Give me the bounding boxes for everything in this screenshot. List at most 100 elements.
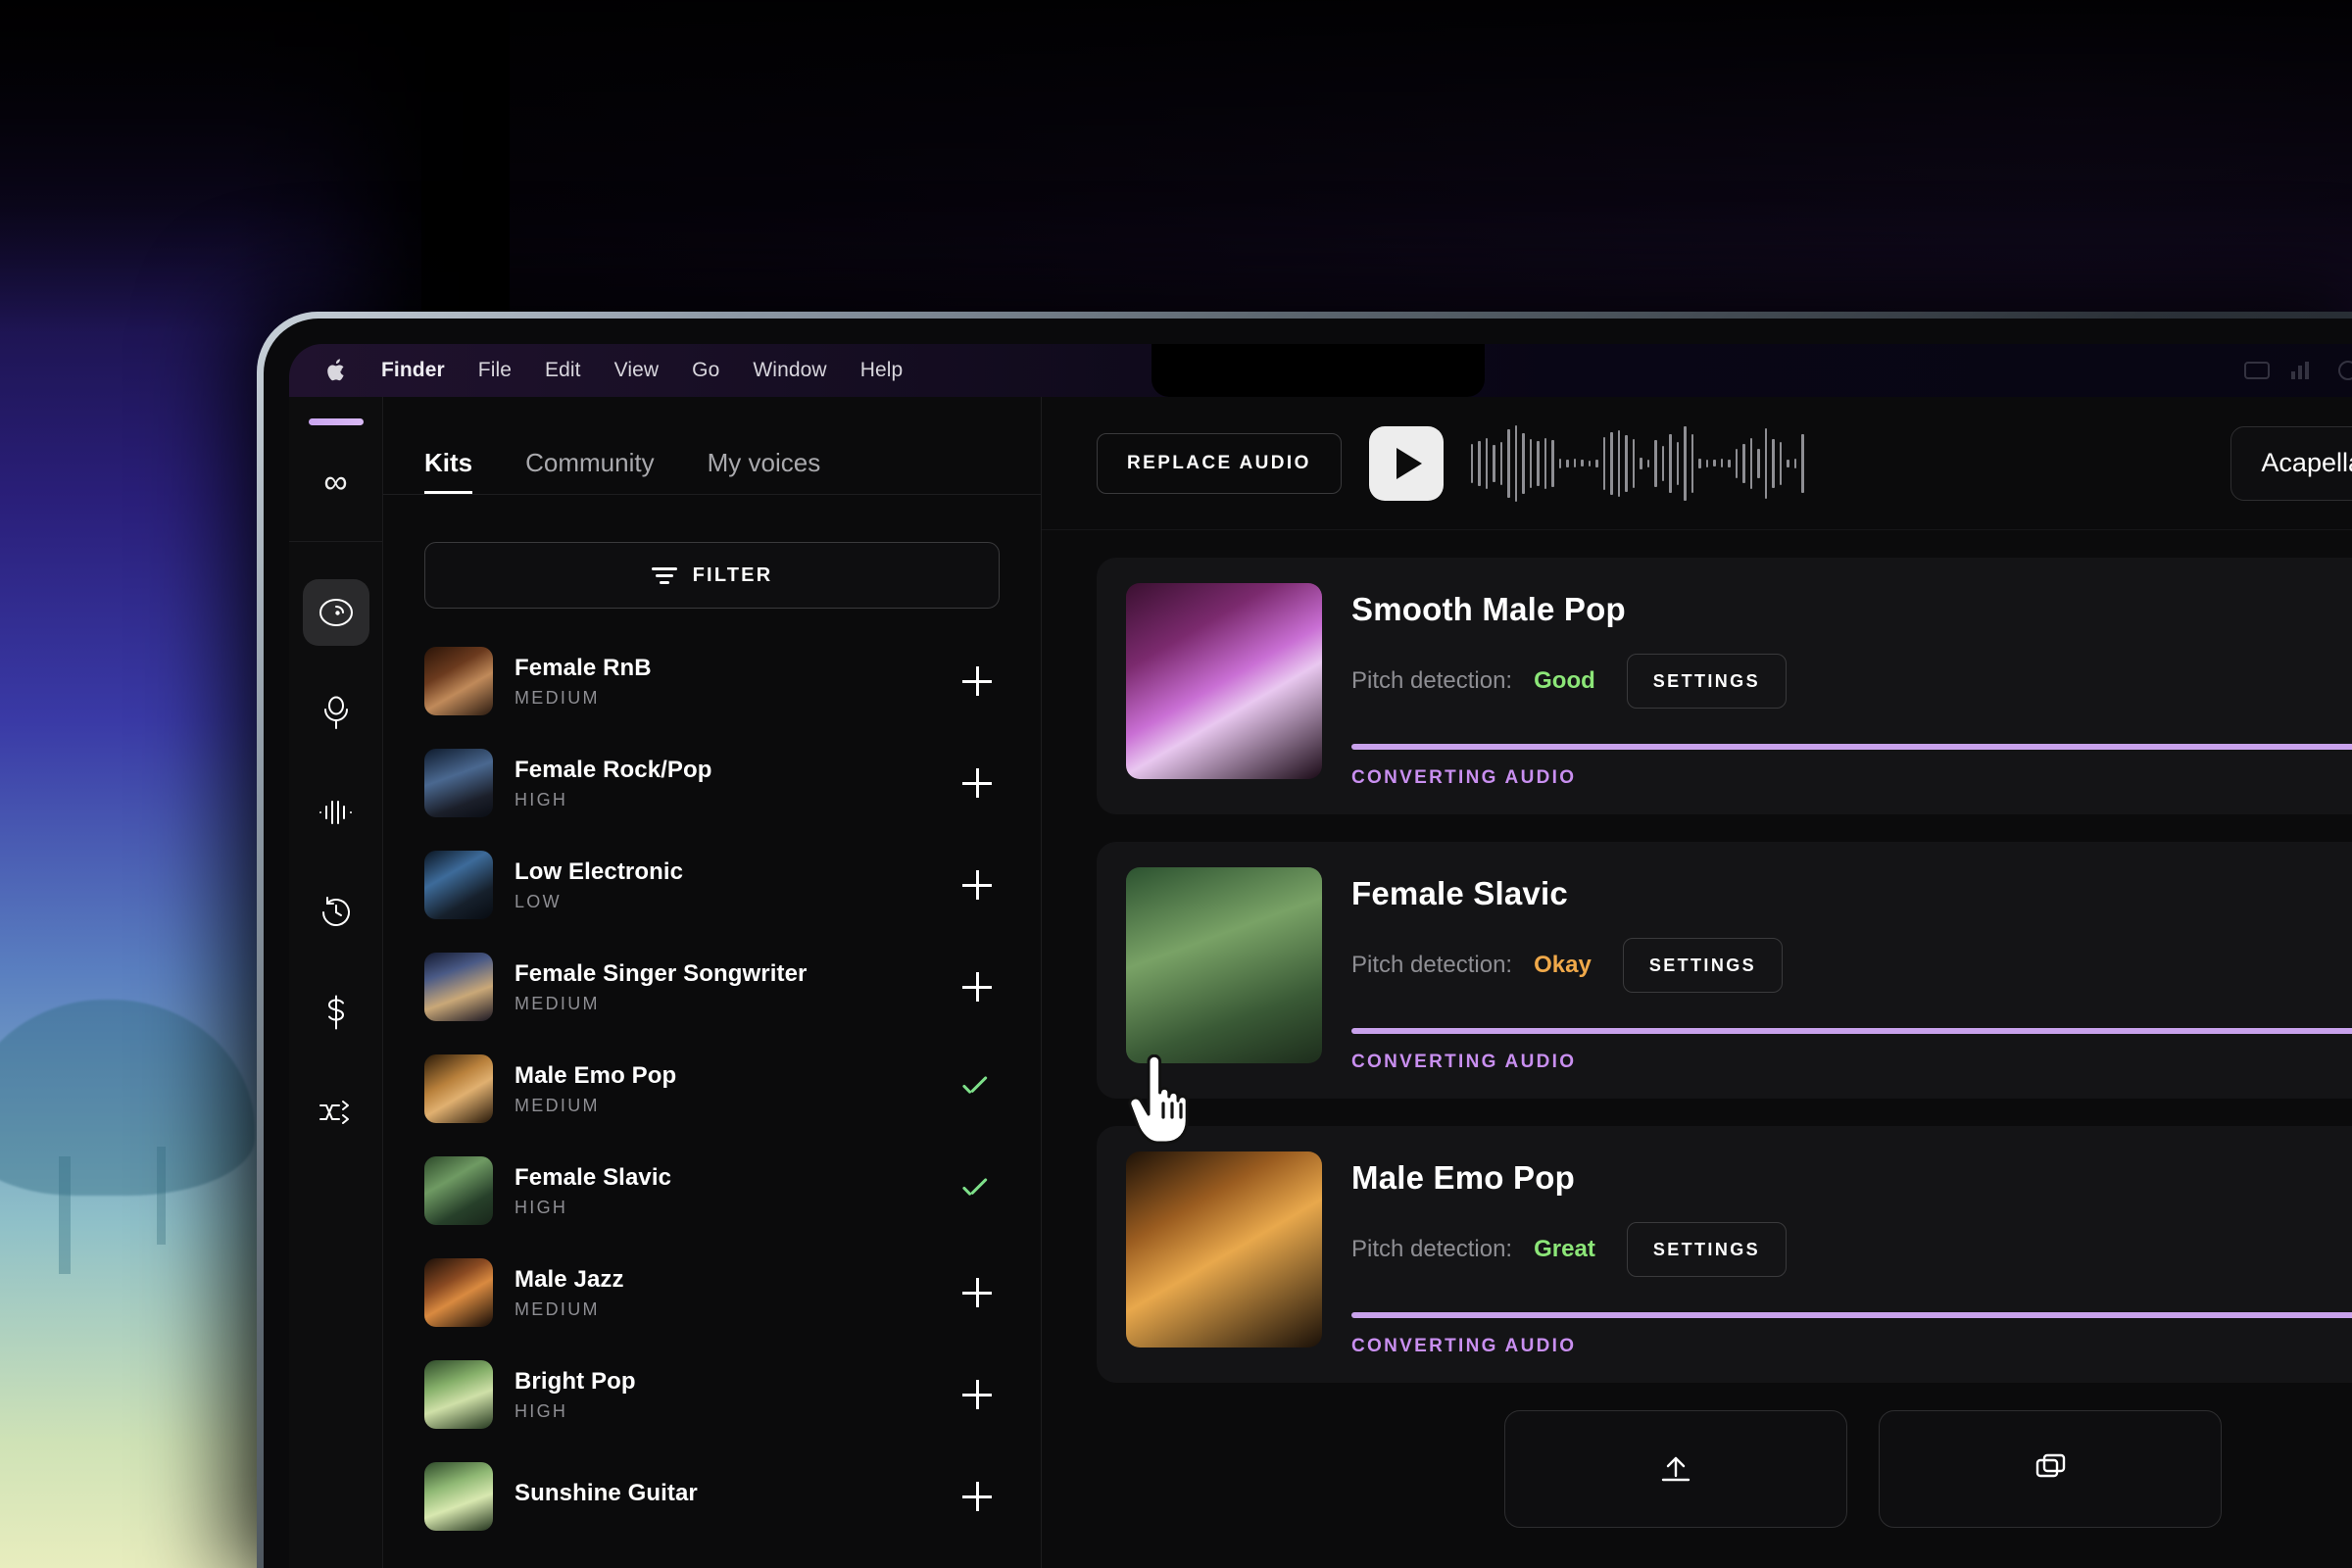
tab-my-voices[interactable]: My voices [708,448,821,494]
card-thumbnail [1126,1152,1322,1348]
copy-button[interactable] [1879,1410,2222,1528]
rail-top-section: ∞ [289,407,382,542]
conversion-card[interactable]: Female Slavic Pitch detection: Okay SETT… [1097,842,2352,1099]
kit-thumbnail [424,1360,493,1429]
card-status-text: CONVERTING AUDIO [1351,1336,1577,1356]
battery-icon[interactable] [2244,362,2270,379]
list-item[interactable]: Female Singer Songwriter MEDIUM [424,936,1000,1038]
add-kit-button[interactable] [955,1278,1000,1307]
settings-button[interactable]: SETTINGS [1622,938,1784,993]
acapella-button[interactable]: Acapella [2230,425,2352,501]
kit-text: Female Rock/Pop HIGH [514,757,933,810]
menu-item-finder[interactable]: Finder [381,359,445,382]
list-item[interactable]: Sunshine Guitar [424,1446,1000,1547]
status-badge: Great [1534,1236,1595,1262]
card-thumbnail [1126,867,1322,1063]
kit-list[interactable]: Female RnB MEDIUM Female Rock/Pop HIGH L… [383,609,1041,1568]
status-badge: Good [1534,667,1595,694]
list-item[interactable]: Bright Pop HIGH [424,1344,1000,1446]
waveform-icon[interactable] [1470,421,2179,506]
kit-thumbnail [424,1054,493,1123]
kit-thumbnail [424,1156,493,1225]
add-kit-button[interactable] [955,972,1000,1002]
kit-name: Female Slavic [514,1163,672,1191]
settings-button[interactable]: SETTINGS [1626,1222,1788,1277]
play-icon [1396,447,1422,479]
list-item[interactable]: Female RnB MEDIUM [424,630,1000,732]
vinyl-disc-icon[interactable] [302,579,369,646]
menu-item-window[interactable]: Window [753,359,826,382]
infinity-icon[interactable]: ∞ [303,449,369,515]
list-item[interactable]: Male Jazz MEDIUM [424,1242,1000,1344]
plus-icon [962,870,992,900]
kit-level: LOW [514,891,562,911]
tab-community[interactable]: Community [525,448,654,494]
kit-level: HIGH [514,1400,568,1421]
kit-selected-button[interactable] [955,1079,1000,1099]
card-title: Female Slavic [1351,875,1568,911]
card-status-text: CONVERTING AUDIO [1351,767,1577,788]
kit-thumbnail [424,953,493,1021]
conversion-card[interactable]: Smooth Male Pop Pitch detection: Good SE… [1097,558,2352,814]
plus-icon [962,1278,992,1307]
list-item[interactable]: Female Rock/Pop HIGH [424,732,1000,834]
tab-kits[interactable]: Kits [424,448,473,494]
add-kit-button[interactable] [955,1380,1000,1409]
list-item[interactable]: Male Emo Pop MEDIUM [424,1038,1000,1140]
menu-item-help[interactable]: Help [860,359,904,382]
add-kit-button[interactable] [955,870,1000,900]
add-kit-button[interactable] [955,666,1000,696]
shuffle-icon[interactable] [303,1079,369,1146]
control-center-icon[interactable] [2291,362,2317,379]
pointing-hand-cursor [1127,1054,1198,1150]
settings-button[interactable]: SETTINGS [1626,654,1787,709]
waveform-icon[interactable] [303,779,369,846]
search-icon[interactable] [2338,361,2352,380]
replace-audio-button[interactable]: REPLACE AUDIO [1097,432,1342,494]
pitch-detection-label: Pitch detection: [1351,952,1513,978]
card-body: Female Slavic Pitch detection: Okay SETT… [1351,867,2352,1073]
dollar-icon[interactable] [303,979,369,1046]
upload-icon [1661,1456,1690,1482]
play-button[interactable] [1368,425,1444,501]
menu-item-edit[interactable]: Edit [545,359,581,382]
kit-name: Female Rock/Pop [514,756,712,783]
apple-logo-icon[interactable] [326,358,348,383]
kit-text: Male Jazz MEDIUM [514,1266,933,1320]
menu-item-view[interactable]: View [614,359,660,382]
check-icon [961,1181,993,1200]
progress-bar [1351,1028,2352,1034]
camera-notch [1152,344,1485,397]
kit-selected-button[interactable] [955,1181,1000,1200]
kit-level: MEDIUM [514,1095,600,1115]
upload-button[interactable] [1504,1410,1847,1528]
kit-name: Sunshine Guitar [514,1480,698,1506]
kits-panel: Kits Community My voices FILTER Female R… [383,397,1042,1568]
history-clock-icon[interactable] [303,879,369,946]
status-badge: Okay [1534,952,1592,978]
menu-item-go[interactable]: Go [692,359,719,382]
add-kit-button[interactable] [955,768,1000,798]
kit-level: HIGH [514,1197,568,1217]
kit-thumbnail [424,647,493,715]
filter-icon [651,566,677,584]
kit-thumbnail [424,851,493,919]
list-item[interactable]: Female Slavic HIGH [424,1140,1000,1242]
screenshot-root: Finder File Edit View Go Window Help ∞ K… [0,0,2352,1568]
microphone-icon[interactable] [303,679,369,746]
conversion-cards: Smooth Male Pop Pitch detection: Good SE… [1042,530,2352,1568]
laptop-screen: Finder File Edit View Go Window Help ∞ K… [289,344,2352,1568]
kit-thumbnail [424,1462,493,1531]
card-meta: Pitch detection: Okay SETTINGS [1351,938,2352,993]
kit-level: HIGH [514,789,568,809]
kit-level: MEDIUM [514,1298,600,1319]
menu-item-file[interactable]: File [478,359,512,382]
plus-icon [962,1482,992,1511]
conversion-card[interactable]: Male Emo Pop Pitch detection: Great SETT… [1097,1126,2352,1383]
add-kit-button[interactable] [955,1482,1000,1511]
list-item[interactable]: Low Electronic LOW [424,834,1000,936]
kit-name: Low Electronic [514,858,684,885]
card-meta: Pitch detection: Great SETTINGS [1351,1222,2352,1277]
filter-button[interactable]: FILTER [424,542,1000,609]
kit-text: Sunshine Guitar [514,1480,933,1513]
